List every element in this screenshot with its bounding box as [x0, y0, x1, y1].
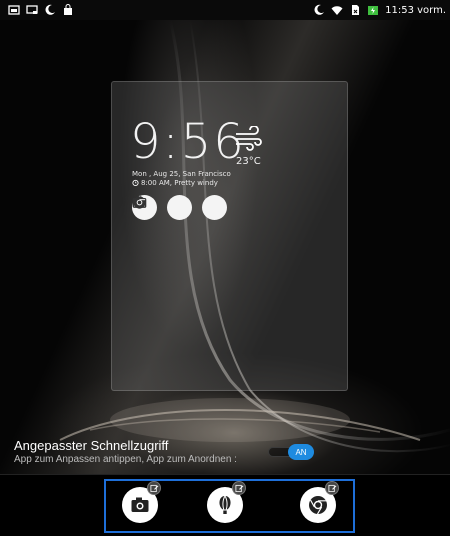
windy-icon [234, 126, 264, 152]
shortcut-balloon[interactable] [207, 481, 246, 523]
cast-icon [26, 4, 38, 16]
setting-title: Angepasster Schnellzugriff [14, 438, 169, 453]
date-location: Mon , Aug 25, San Francisco [132, 170, 231, 178]
chrome-icon [133, 195, 227, 220]
edit-icon[interactable] [325, 481, 339, 495]
balloon-icon [135, 195, 192, 220]
moon-icon [44, 4, 56, 16]
alarm-info: 8:00 AM, Pretty windy [132, 179, 218, 187]
clock: 9:56 [130, 114, 246, 170]
sim-icon [349, 4, 361, 16]
setting-description: App zum Anpassen antippen, App zum Anord… [14, 454, 237, 465]
alarm-text: 8:00 AM, Pretty windy [141, 179, 218, 187]
shortcut-bar [0, 475, 450, 536]
edit-icon[interactable] [147, 481, 161, 495]
wifi-icon [331, 4, 343, 16]
quick-access-toggle[interactable]: AN [268, 444, 314, 460]
edit-icon[interactable] [232, 481, 246, 495]
preview-shortcuts [132, 195, 227, 220]
shopping-bag-icon [62, 4, 74, 16]
shortcut-camera[interactable] [122, 481, 161, 523]
quick-access-setting[interactable]: Angepasster Schnellzugriff App zum Anpas… [0, 432, 450, 474]
temperature: 23°C [236, 156, 261, 167]
toggle-knob[interactable]: AN [288, 444, 314, 460]
moon-icon [313, 4, 325, 16]
lockscreen-preview-card: 9:56 23°C Mon , Aug 25, San Francisco 8:… [111, 81, 348, 391]
status-bar: 11:53 vorm. [0, 0, 450, 20]
status-time: 11:53 vorm. [385, 4, 446, 16]
status-right-icons: 11:53 vorm. [313, 4, 446, 16]
gallery-icon [8, 4, 20, 16]
status-left-icons [8, 4, 74, 16]
battery-charging-icon [367, 4, 379, 16]
shortcut-chrome[interactable] [300, 481, 339, 523]
alarm-icon [132, 179, 139, 187]
